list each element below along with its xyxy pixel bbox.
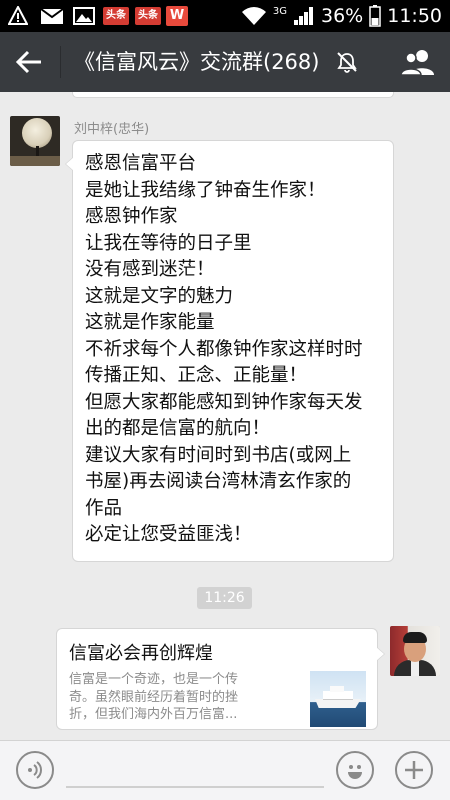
message-line: 感恩信富平台 [85,153,197,174]
voice-button[interactable] [16,751,54,789]
avatar[interactable] [390,626,440,676]
message-line: 但愿大家都能感知到钟作家每天发 [85,391,363,413]
card-desc-line: 奇。虽然眼前经历着暂时的挫 [69,689,239,705]
battery-percent: 36% [321,5,364,27]
status-bar: 头条 头条 W 3G 36% 11:50 [0,0,450,32]
mail-icon [40,8,64,24]
battery-icon [369,5,381,27]
chat-area[interactable]: 刘中梓(忠华) 感恩信富平台 是她让我结缘了钟奋生作家！ 感恩钟作家 让我在等待… [0,92,450,740]
avatar[interactable] [10,116,60,166]
wps-app-icon: W [166,6,188,26]
card-title: 信富必会再创辉煌 [69,643,213,664]
message-line: 感恩钟作家 [85,206,178,227]
card-thumbnail [310,671,366,727]
signal-icon [294,7,313,25]
toutiao-app-icon: 头条 [103,7,129,25]
sender-name: 刘中梓(忠华) [74,122,150,137]
message-bubble[interactable]: 感恩信富平台 是她让我结缘了钟奋生作家！ 感恩钟作家 让我在等待的日子里 没有感… [65,140,394,562]
input-bar [0,740,450,800]
clock: 11:50 [387,5,442,27]
toutiao-app-icon: 头条 [135,7,161,25]
card-description: 信富是一个奇迹，也是一个传 奇。虽然眼前经历着暂时的挫 折，但我们海内外百万信富… [69,671,301,724]
plus-icon [405,761,423,779]
message-line: 让我在等待的日子里 [85,232,252,254]
wifi-icon [241,7,266,25]
chat-title: 《信富风云》交流群(268) [74,50,320,74]
message-line: 不祈求每个人都像钟作家这样时时 [85,338,363,360]
message-line: 传播正知、正念、正能量！ [85,365,308,386]
message-line: 是她让我结缘了钟奋生作家！ [85,179,326,201]
back-arrow-icon[interactable] [14,48,44,76]
warning-icon [8,6,28,25]
message-input[interactable] [66,786,324,788]
title-divider [60,46,61,78]
previous-message-bubble[interactable] [72,92,394,98]
timestamp: 11:26 [197,587,252,609]
mute-bell-icon [337,52,357,73]
emoji-icon [348,765,362,779]
emoji-button[interactable] [336,751,374,789]
message-line: 这就是作家能量 [85,312,215,333]
message-line: 必定让您受益匪浅！ [85,524,252,545]
message-line: 出的都是信富的航向！ [85,418,271,439]
message-line: 书屋)再去阅读台湾林清玄作家的 [85,471,352,492]
message-line: 这就是文字的魅力 [85,285,234,307]
message-line: 建议大家有时间时到书店(或网上 [85,444,352,466]
message-line: 没有感到迷茫！ [85,259,215,280]
message-line: 作品 [85,497,123,519]
card-desc-line: 信富是一个奇迹，也是一个传 [69,672,239,687]
group-members-icon[interactable] [400,48,436,76]
title-bar: 《信富风云》交流群(268) [0,32,450,92]
link-card[interactable]: 信富必会再创辉煌 信富是一个奇迹，也是一个传 奇。虽然眼前经历着暂时的挫 折，但… [56,628,385,730]
card-desc-line: 折，但我们海内外百万信富... [69,707,238,722]
voice-icon [28,761,42,779]
plus-button[interactable] [395,751,433,789]
network-type: 3G [272,5,287,17]
image-icon [73,7,95,25]
